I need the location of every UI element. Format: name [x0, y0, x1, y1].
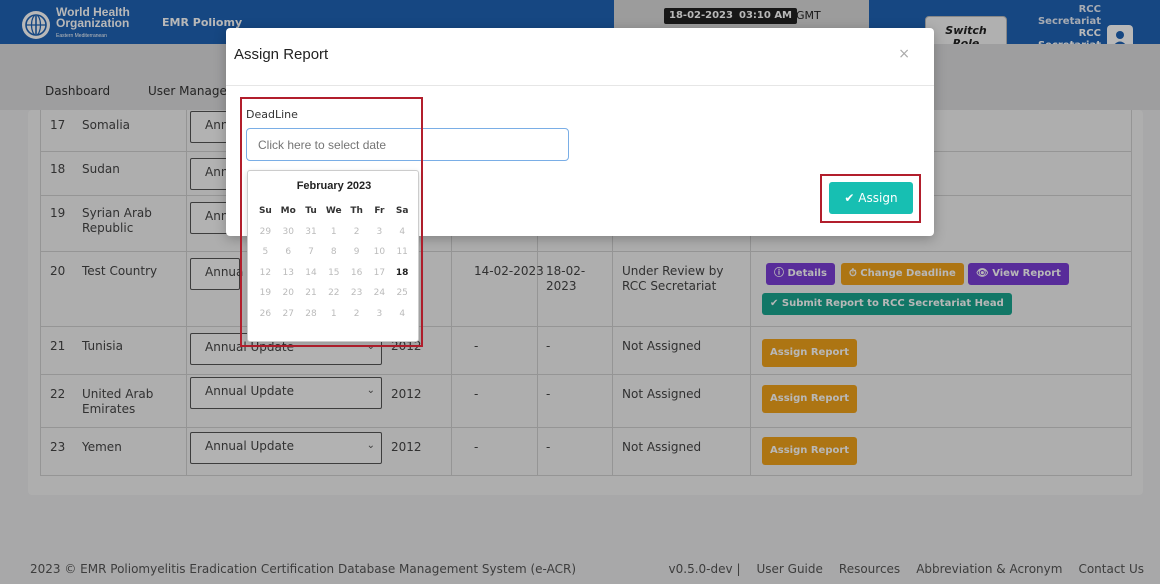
calendar-day[interactable]: 26: [254, 304, 277, 325]
calendar-day[interactable]: 5: [254, 242, 277, 263]
calendar-day[interactable]: 3: [368, 222, 391, 243]
calendar-day[interactable]: 4: [391, 222, 414, 243]
calendar-day[interactable]: 3: [368, 304, 391, 325]
calendar-day[interactable]: 29: [254, 222, 277, 243]
calendar-grid: Su Mo Tu We Th Fr Sa 29 30 31 1 2 3 4 5 6 7 8 9 10 11…: [254, 201, 414, 324]
weekday-label: Tu: [305, 206, 317, 216]
calendar-day[interactable]: 7: [300, 242, 323, 263]
calendar-day[interactable]: 21: [300, 283, 323, 304]
calendar-day[interactable]: 25: [391, 283, 414, 304]
calendar-day[interactable]: 14: [300, 263, 323, 284]
close-icon[interactable]: ×: [898, 46, 910, 62]
calendar-day[interactable]: 4: [391, 304, 414, 325]
calendar-week-row: 12 13 14 15 16 17 18: [254, 263, 414, 284]
calendar-day[interactable]: 16: [345, 263, 368, 284]
highlight-box-assign: [820, 174, 921, 223]
calendar-day[interactable]: 31: [300, 222, 323, 243]
weekday-label: Fr: [374, 206, 385, 216]
calendar-day[interactable]: 17: [368, 263, 391, 284]
calendar-week-row: 19 20 21 22 23 24 25: [254, 283, 414, 304]
weekday-label: Mo: [280, 206, 296, 216]
calendar-day[interactable]: 1: [322, 222, 345, 243]
date-picker: February 2023 Su Mo Tu We Th Fr Sa 29 30 3…: [247, 170, 419, 342]
calendar-day[interactable]: 12: [254, 263, 277, 284]
calendar-day[interactable]: 28: [300, 304, 323, 325]
weekday-label: We: [325, 206, 342, 216]
calendar-day[interactable]: 2: [345, 222, 368, 243]
calendar-day[interactable]: 2: [345, 304, 368, 325]
calendar-day[interactable]: 22: [322, 283, 345, 304]
calendar-week-row: 29 30 31 1 2 3 4: [254, 222, 414, 243]
modal-divider: [226, 85, 934, 86]
calendar-day[interactable]: 20: [277, 283, 300, 304]
weekday-label: Su: [258, 206, 272, 216]
calendar-day[interactable]: 1: [322, 304, 345, 325]
calendar-weekday-row: Su Mo Tu We Th Fr Sa: [254, 201, 414, 222]
calendar-week-row: 26 27 28 1 2 3 4: [254, 304, 414, 325]
calendar-day[interactable]: 8: [322, 242, 345, 263]
calendar-day[interactable]: 27: [277, 304, 300, 325]
calendar-day[interactable]: 6: [277, 242, 300, 263]
calendar-day[interactable]: 11: [391, 242, 414, 263]
weekday-label: Th: [350, 206, 363, 216]
calendar-month: February 2023: [296, 180, 372, 192]
calendar-day[interactable]: 30: [277, 222, 300, 243]
calendar-day[interactable]: 9: [345, 242, 368, 263]
calendar-week-row: 5 6 7 8 9 10 11: [254, 242, 414, 263]
calendar-day[interactable]: 23: [345, 283, 368, 304]
calendar-day[interactable]: 13: [277, 263, 300, 284]
calendar-day[interactable]: 10: [368, 242, 391, 263]
calendar-day[interactable]: 15: [322, 263, 345, 284]
calendar-day[interactable]: 24: [368, 283, 391, 304]
calendar-day[interactable]: 19: [254, 283, 277, 304]
calendar-day[interactable]: 18: [391, 263, 414, 284]
weekday-label: Sa: [395, 206, 409, 216]
modal-title: Assign Report: [234, 46, 329, 63]
